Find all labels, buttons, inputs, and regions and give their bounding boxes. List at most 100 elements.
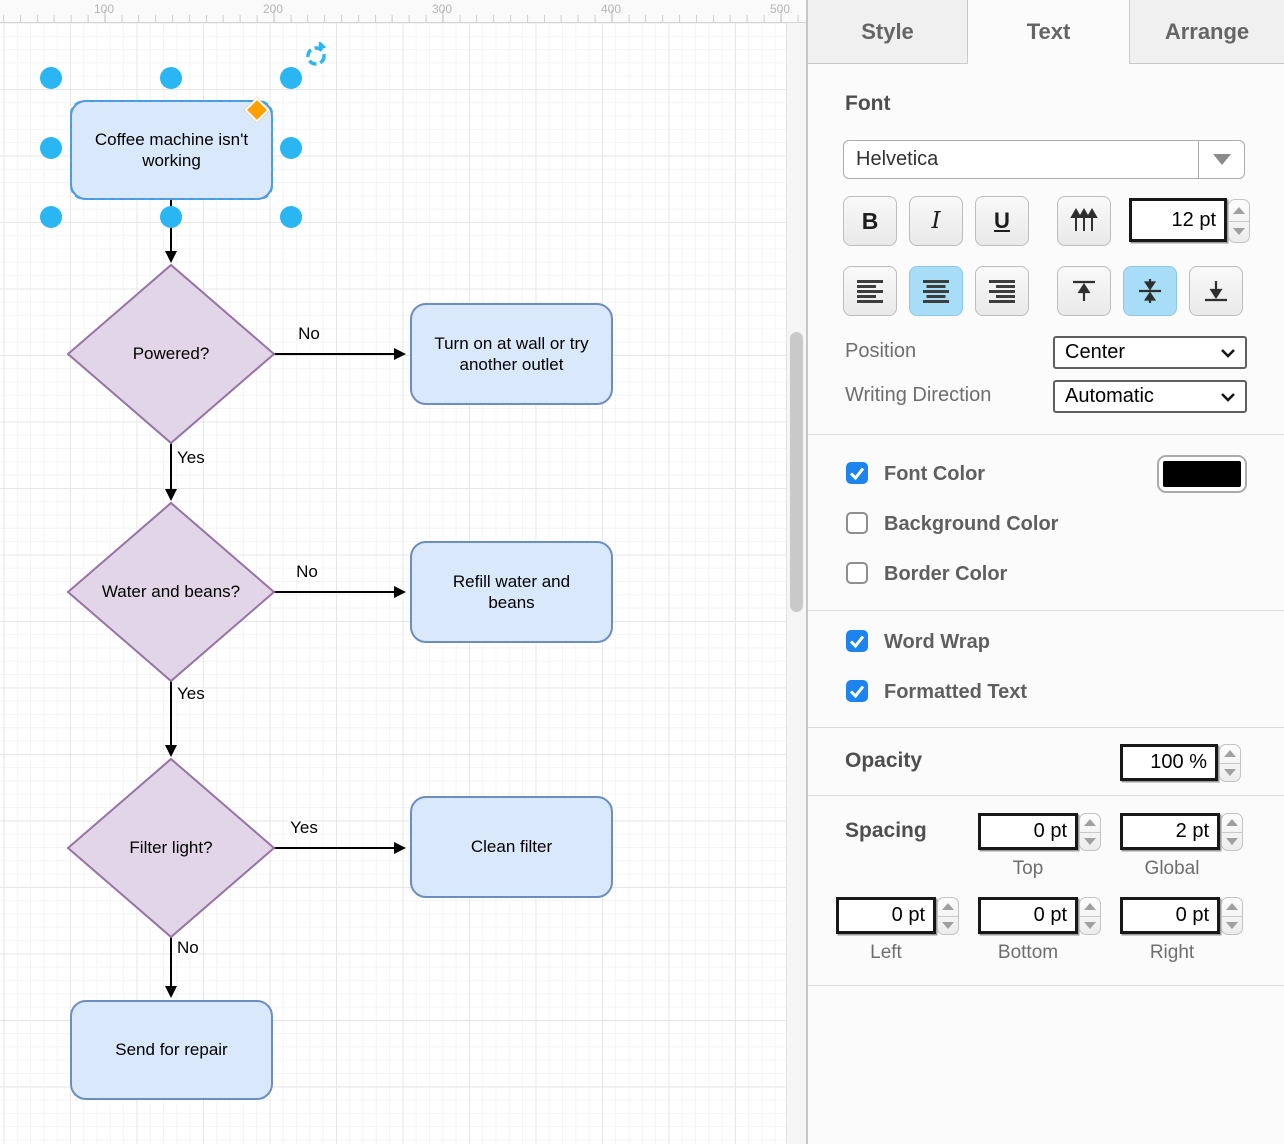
font-color-swatch[interactable] bbox=[1157, 455, 1247, 493]
spacing-left-stepper[interactable] bbox=[937, 897, 959, 935]
stepper-down-icon[interactable] bbox=[1080, 916, 1100, 935]
spacing-top-label: Top bbox=[1013, 858, 1044, 880]
stepper-up-icon[interactable] bbox=[938, 898, 958, 916]
edge-label-yes[interactable]: Yes bbox=[177, 684, 205, 703]
resize-handle-nw[interactable] bbox=[40, 67, 62, 89]
rotate-handle-icon[interactable] bbox=[303, 42, 329, 68]
stepper-down-icon[interactable] bbox=[1222, 916, 1242, 935]
valign-middle-button[interactable] bbox=[1123, 266, 1177, 316]
formatted-text-checkbox[interactable] bbox=[846, 680, 868, 702]
formatted-text-label: Formatted Text bbox=[884, 681, 1027, 704]
stepper-down-icon[interactable] bbox=[938, 916, 958, 935]
align-right-button[interactable] bbox=[975, 266, 1029, 316]
stepper-up-icon[interactable] bbox=[1080, 898, 1100, 916]
spacing-left-label: Left bbox=[870, 942, 902, 964]
tab-text[interactable]: Text bbox=[968, 0, 1129, 64]
stepper-down-icon[interactable] bbox=[1220, 763, 1240, 782]
tab-style[interactable]: Style bbox=[808, 0, 968, 64]
resize-handle-e[interactable] bbox=[280, 137, 302, 159]
resize-handle-ne[interactable] bbox=[280, 67, 302, 89]
word-wrap-checkbox[interactable] bbox=[846, 630, 868, 652]
italic-icon: I bbox=[931, 208, 940, 234]
edge-label-yes[interactable]: Yes bbox=[177, 448, 205, 467]
vertical-text-button[interactable] bbox=[1057, 196, 1111, 246]
node-send-for-repair[interactable]: Send for repair bbox=[70, 1000, 273, 1100]
format-panel: Style Text Arrange Font Helvetica B I U bbox=[806, 0, 1284, 1144]
resize-handle-sw[interactable] bbox=[40, 206, 62, 228]
spacing-global-input[interactable] bbox=[1120, 813, 1220, 850]
font-size-input[interactable] bbox=[1129, 198, 1227, 242]
check-icon bbox=[847, 463, 867, 483]
stepper-up-icon[interactable] bbox=[1222, 898, 1242, 916]
stepper-up-icon[interactable] bbox=[1080, 814, 1100, 832]
align-left-button[interactable] bbox=[843, 266, 897, 316]
decision-powered-label: Powered? bbox=[71, 344, 271, 364]
dropdown-arrow-button[interactable] bbox=[1198, 141, 1244, 178]
node-label: Clean filter bbox=[432, 836, 592, 857]
align-center-button[interactable] bbox=[909, 266, 963, 316]
spacing-bottom-input[interactable] bbox=[978, 897, 1078, 934]
font-size-stepper[interactable] bbox=[1228, 199, 1250, 243]
spacing-right-label: Right bbox=[1150, 942, 1194, 964]
font-family-dropdown[interactable]: Helvetica bbox=[843, 140, 1245, 179]
tab-arrange[interactable]: Arrange bbox=[1129, 0, 1284, 64]
vertical-scrollbar[interactable] bbox=[786, 23, 806, 1144]
node-clean-filter[interactable]: Clean filter bbox=[410, 796, 613, 898]
ruler-mark: 500 bbox=[770, 2, 790, 16]
word-wrap-label: Word Wrap bbox=[884, 631, 990, 654]
stepper-up-icon[interactable] bbox=[1220, 745, 1240, 763]
edge-label-no[interactable]: No bbox=[296, 562, 318, 581]
node-label: Refill water and beans bbox=[432, 571, 592, 614]
opacity-label: Opacity bbox=[845, 749, 922, 773]
node-turn-on-at-wall[interactable]: Turn on at wall or try another outlet bbox=[410, 303, 613, 405]
border-color-checkbox[interactable] bbox=[846, 562, 868, 584]
spacing-top-input[interactable] bbox=[978, 813, 1078, 850]
ruler-mark: 300 bbox=[432, 2, 452, 16]
spacing-left-input[interactable] bbox=[836, 897, 936, 934]
check-icon bbox=[847, 631, 867, 651]
opacity-input[interactable] bbox=[1120, 744, 1218, 781]
italic-button[interactable]: I bbox=[909, 196, 963, 246]
resize-handle-se[interactable] bbox=[280, 206, 302, 228]
edge-label-no[interactable]: No bbox=[177, 938, 199, 957]
spacing-top-stepper[interactable] bbox=[1079, 813, 1101, 851]
scrollbar-thumb[interactable] bbox=[790, 332, 803, 612]
font-color-checkbox[interactable] bbox=[846, 462, 868, 484]
spacing-global-stepper[interactable] bbox=[1221, 813, 1243, 851]
valign-top-icon bbox=[1071, 278, 1097, 304]
edge-label-no[interactable]: No bbox=[298, 324, 320, 343]
writing-direction-value: Automatic bbox=[1055, 385, 1211, 408]
position-select[interactable]: Center bbox=[1053, 336, 1247, 369]
stepper-down-icon[interactable] bbox=[1229, 221, 1249, 243]
valign-bottom-icon bbox=[1203, 278, 1229, 304]
resize-handle-s[interactable] bbox=[160, 206, 182, 228]
resize-handle-w[interactable] bbox=[40, 137, 62, 159]
spacing-bottom-stepper[interactable] bbox=[1079, 897, 1101, 935]
opacity-stepper[interactable] bbox=[1219, 744, 1241, 782]
align-right-icon bbox=[987, 278, 1017, 304]
bold-button[interactable]: B bbox=[843, 196, 897, 246]
spacing-right-stepper[interactable] bbox=[1221, 897, 1243, 935]
align-left-icon bbox=[855, 278, 885, 304]
background-color-label: Background Color bbox=[884, 513, 1058, 536]
writing-direction-select[interactable]: Automatic bbox=[1053, 380, 1247, 413]
underline-button[interactable]: U bbox=[975, 196, 1029, 246]
node-label: Send for repair bbox=[92, 1039, 252, 1060]
stepper-up-icon[interactable] bbox=[1229, 200, 1249, 221]
border-color-label: Border Color bbox=[884, 563, 1007, 586]
valign-top-button[interactable] bbox=[1057, 266, 1111, 316]
drawio-app: 100 200 300 400 500 No Ye bbox=[0, 0, 1284, 1144]
valign-bottom-button[interactable] bbox=[1189, 266, 1243, 316]
edge-label-yes[interactable]: Yes bbox=[290, 818, 318, 837]
stepper-down-icon[interactable] bbox=[1080, 832, 1100, 851]
underline-icon: U bbox=[994, 208, 1010, 234]
vertical-text-icon bbox=[1070, 208, 1098, 234]
node-refill-water-beans[interactable]: Refill water and beans bbox=[410, 541, 613, 643]
background-color-checkbox[interactable] bbox=[846, 512, 868, 534]
stepper-down-icon[interactable] bbox=[1222, 832, 1242, 851]
spacing-right-input[interactable] bbox=[1120, 897, 1220, 934]
resize-handle-n[interactable] bbox=[160, 67, 182, 89]
stepper-up-icon[interactable] bbox=[1222, 814, 1242, 832]
font-color-value bbox=[1163, 461, 1241, 487]
diagram-canvas[interactable]: No Yes No Yes Yes No Coffee machine isn'… bbox=[0, 23, 806, 1144]
